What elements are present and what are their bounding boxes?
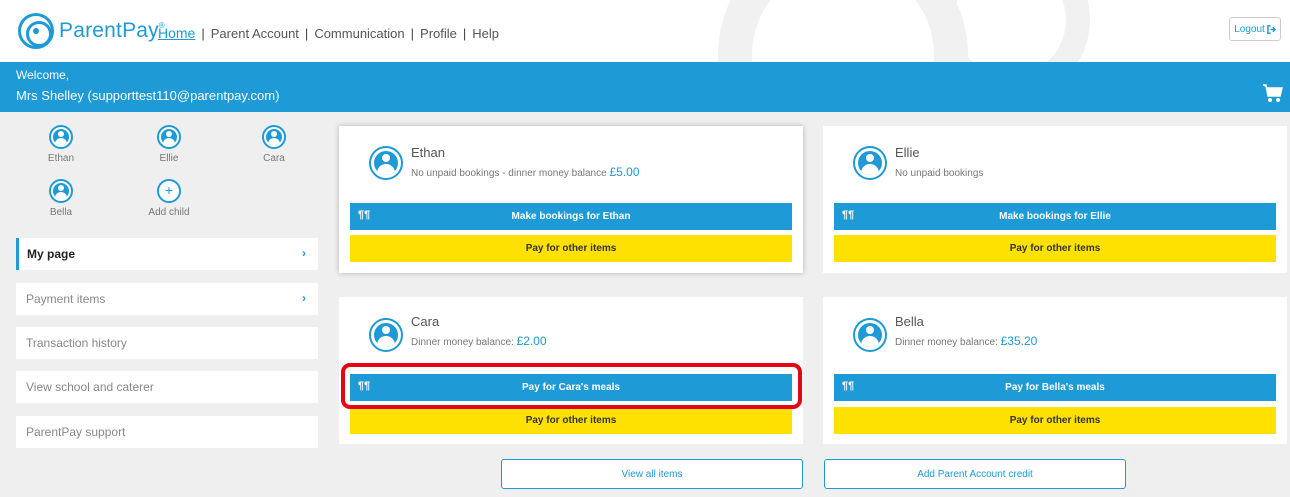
child-cara[interactable]: Cara [244,125,304,164]
child-card-ethan: Ethan No unpaid bookings - dinner money … [339,126,803,273]
button-label: Pay for other items [525,243,617,254]
child-ellie[interactable]: Ellie [139,125,199,164]
user-avatar-icon [853,318,887,352]
child-name: Bella [49,207,73,218]
welcome-greeting: Welcome, [16,68,70,82]
logout-label: Logout [1234,23,1265,35]
button-label: Pay for other items [525,415,617,426]
parentpay-logo[interactable]: ParentPay ® [18,13,165,49]
pay-for-other-items-button[interactable]: Pay for other items [834,235,1276,262]
menu-label: Transaction history [26,336,127,350]
child-card-name: Bella [895,314,924,329]
child-bella[interactable]: Bella [31,179,91,218]
welcome-banner: Welcome, Mrs Shelley (supporttest110@par… [0,62,1290,112]
button-label: Make bookings for Ethan [511,211,631,222]
make-bookings-button[interactable]: ¶¶ Make bookings for Ethan [350,203,792,230]
child-card-name: Cara [411,314,440,329]
menu-label: Payment items [26,292,106,306]
button-label: Pay for other items [1009,243,1101,254]
view-all-items-button[interactable]: View all items [501,459,803,489]
button-label: View all items [621,468,683,480]
child-card-info: Dinner money balance: £35.20 [895,334,1037,348]
add-child-button[interactable]: + Add child [139,179,199,218]
child-card-info: No unpaid bookings [895,165,983,179]
nav-separator: | [304,25,309,41]
child-name: Ellie [159,153,179,164]
info-text: Dinner money balance: [411,337,517,348]
user-avatar-icon [49,125,73,149]
info-text: Dinner money balance: [895,337,1001,348]
main-nav: Home | Parent Account | Communication | … [158,25,499,41]
balance-amount: £35.20 [1000,334,1038,348]
pay-for-meals-button[interactable]: ¶¶ Pay for Bella's meals [834,374,1276,401]
button-label: Make bookings for Ellie [999,211,1111,222]
make-bookings-button[interactable]: ¶¶ Make bookings for Ellie [834,203,1276,230]
child-card-info: No unpaid bookings - dinner money balanc… [411,165,640,179]
add-parent-account-credit-button[interactable]: Add Parent Account credit [824,459,1126,489]
cart-icon[interactable] [1262,82,1284,104]
user-avatar-icon [157,125,181,149]
plus-icon: + [157,179,181,203]
welcome-user: Mrs Shelley (supporttest110@parentpay.co… [16,88,280,103]
nav-profile[interactable]: Profile [420,26,457,41]
child-ethan[interactable]: Ethan [31,125,91,164]
menu-transaction-history[interactable]: Transaction history [16,327,318,359]
menu-parentpay-support[interactable]: ParentPay support [16,416,318,448]
nav-home[interactable]: Home [158,25,195,41]
highlight-annotation [341,363,802,409]
child-card-name: Ellie [895,145,920,160]
child-card-bella: Bella Dinner money balance: £35.20 ¶¶ Pa… [823,297,1287,444]
fork-knife-icon: ¶¶ [842,380,855,392]
nav-separator: | [462,25,467,41]
child-card-ellie: Ellie No unpaid bookings ¶¶ Make booking… [823,126,1287,273]
menu-label: ParentPay support [26,425,126,439]
balance-amount: £2.00 [516,334,547,348]
child-card-name: Ethan [411,145,445,160]
add-child-label: Add child [148,207,190,218]
logout-icon [1266,24,1276,34]
user-avatar-icon [369,318,403,352]
balance-amount: £5.00 [609,165,640,179]
info-text: No unpaid bookings - dinner money balanc… [411,168,610,179]
button-label: Pay for Bella's meals [1005,382,1105,393]
user-avatar-icon [262,125,286,149]
menu-view-school-and-caterer[interactable]: View school and caterer [16,371,318,403]
top-bar: ParentPay ® Home | Parent Account | Comm… [0,0,1290,66]
user-avatar-icon [49,179,73,203]
logout-button[interactable]: Logout [1229,17,1281,41]
fork-knife-icon: ¶¶ [842,209,855,221]
menu-my-page[interactable]: My page › [16,238,318,270]
nav-communication[interactable]: Communication [314,26,404,41]
parentpay-logo-icon [18,13,54,49]
button-label: Pay for other items [1009,415,1101,426]
child-name: Cara [263,153,285,164]
nav-help[interactable]: Help [472,26,499,41]
menu-label: View school and caterer [26,380,154,394]
menu-label: My page [27,247,76,261]
pay-for-other-items-button[interactable]: Pay for other items [350,235,792,262]
fork-knife-icon: ¶¶ [358,209,371,221]
menu-payment-items[interactable]: Payment items › [16,283,318,315]
user-avatar-icon [853,146,887,180]
pay-for-other-items-button[interactable]: Pay for other items [834,407,1276,434]
info-text: No unpaid bookings [895,168,984,179]
user-avatar-icon [369,146,403,180]
nav-parent-account[interactable]: Parent Account [211,26,299,41]
nav-separator: | [201,25,205,41]
background-circle-decoration [930,0,1090,66]
child-name: Ethan [47,153,75,164]
pay-for-other-items-button[interactable]: Pay for other items [350,407,792,434]
logo-text: ParentPay [59,19,159,42]
child-card-info: Dinner money balance: £2.00 [411,334,547,348]
nav-separator: | [410,25,415,41]
button-label: Add Parent Account credit [917,468,1033,480]
chevron-right-icon: › [302,246,306,260]
chevron-right-icon: › [302,291,306,305]
